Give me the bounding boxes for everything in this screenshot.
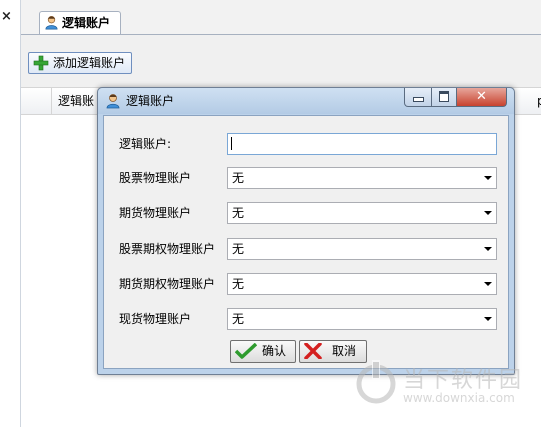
dialog-titlebar[interactable]: 逻辑账户 ✕ — [98, 88, 514, 114]
chevron-down-icon — [484, 176, 492, 180]
stock-account-select[interactable]: 无 — [227, 167, 497, 189]
field-row-futures-option-account: 期货期权物理账户 无 — [104, 273, 508, 295]
select-value: 无 — [232, 312, 245, 326]
stock-option-account-label: 股票期权物理账户 — [119, 242, 216, 256]
logical-account-label: 逻辑账户: — [119, 137, 172, 151]
grid-column-header[interactable]: p — [531, 88, 541, 114]
maximize-button[interactable] — [431, 88, 457, 107]
cancel-label: 取消 — [332, 344, 357, 358]
select-value: 无 — [232, 242, 245, 256]
futures-option-account-select[interactable]: 无 — [227, 273, 497, 295]
toolbar: 添加逻辑账户 — [21, 35, 541, 87]
tab-logical-account[interactable]: 逻辑账户 — [39, 11, 122, 34]
dialog-body: 逻辑账户: 股票物理账户 无 期货物理账户 无 股票期权物理账户 无 期货期权物… — [103, 115, 509, 369]
grid-column-header[interactable] — [21, 88, 52, 114]
user-icon — [45, 16, 58, 30]
stock-account-label: 股票物理账户 — [119, 171, 192, 185]
logical-account-dialog: 逻辑账户 ✕ 逻辑账户: 股票物理账户 无 期货物理账户 无 股票期权物理账户 … — [97, 87, 515, 375]
confirm-button[interactable]: 确认 — [230, 340, 296, 363]
futures-option-account-label: 期货期权物理账户 — [119, 277, 216, 291]
x-icon — [304, 343, 322, 359]
tab-bar: 逻辑账户 — [21, 0, 541, 35]
select-value: 无 — [232, 277, 245, 291]
chevron-down-icon — [484, 211, 492, 215]
stock-option-account-select[interactable]: 无 — [227, 238, 497, 260]
watermark-title: 当下软件园 — [403, 368, 524, 393]
field-row-stock-option-account: 股票期权物理账户 无 — [104, 238, 508, 260]
left-panel-close-icon[interactable]: × — [1, 10, 12, 24]
confirm-label: 确认 — [262, 344, 287, 358]
tab-label: 逻辑账户 — [62, 16, 111, 30]
left-panel-strip: × — [0, 0, 21, 427]
chevron-down-icon — [484, 247, 492, 251]
plus-icon — [33, 55, 49, 71]
spot-account-label: 现货物理账户 — [119, 312, 192, 326]
minimize-button[interactable] — [404, 88, 432, 107]
field-row-spot-account: 现货物理账户 无 — [104, 308, 508, 330]
watermark-logo-icon — [356, 360, 396, 404]
spot-account-select[interactable]: 无 — [227, 308, 497, 330]
close-button[interactable]: ✕ — [456, 88, 507, 107]
field-row-stock-account: 股票物理账户 无 — [104, 167, 508, 189]
logical-account-input[interactable] — [227, 133, 497, 155]
field-row-logical-account: 逻辑账户: — [104, 133, 508, 155]
check-icon — [235, 343, 257, 359]
watermark-url: www.downxia.com — [403, 391, 515, 405]
add-logical-account-button[interactable]: 添加逻辑账户 — [28, 52, 133, 74]
close-icon: ✕ — [476, 89, 487, 104]
chevron-down-icon — [484, 317, 492, 321]
select-value: 无 — [232, 206, 245, 220]
minimize-icon — [413, 97, 424, 102]
select-value: 无 — [232, 171, 245, 185]
add-logical-account-label: 添加逻辑账户 — [53, 56, 126, 70]
watermark: 当下软件园 www.downxia.com — [355, 358, 541, 410]
text-caret — [231, 137, 232, 150]
futures-account-label: 期货物理账户 — [119, 206, 192, 220]
maximize-icon — [439, 91, 449, 102]
field-row-futures-account: 期货物理账户 无 — [104, 202, 508, 224]
futures-account-select[interactable]: 无 — [227, 202, 497, 224]
dialog-title: 逻辑账户 — [126, 94, 175, 108]
user-icon — [106, 94, 120, 109]
chevron-down-icon — [484, 282, 492, 286]
window-controls: ✕ — [404, 88, 508, 107]
